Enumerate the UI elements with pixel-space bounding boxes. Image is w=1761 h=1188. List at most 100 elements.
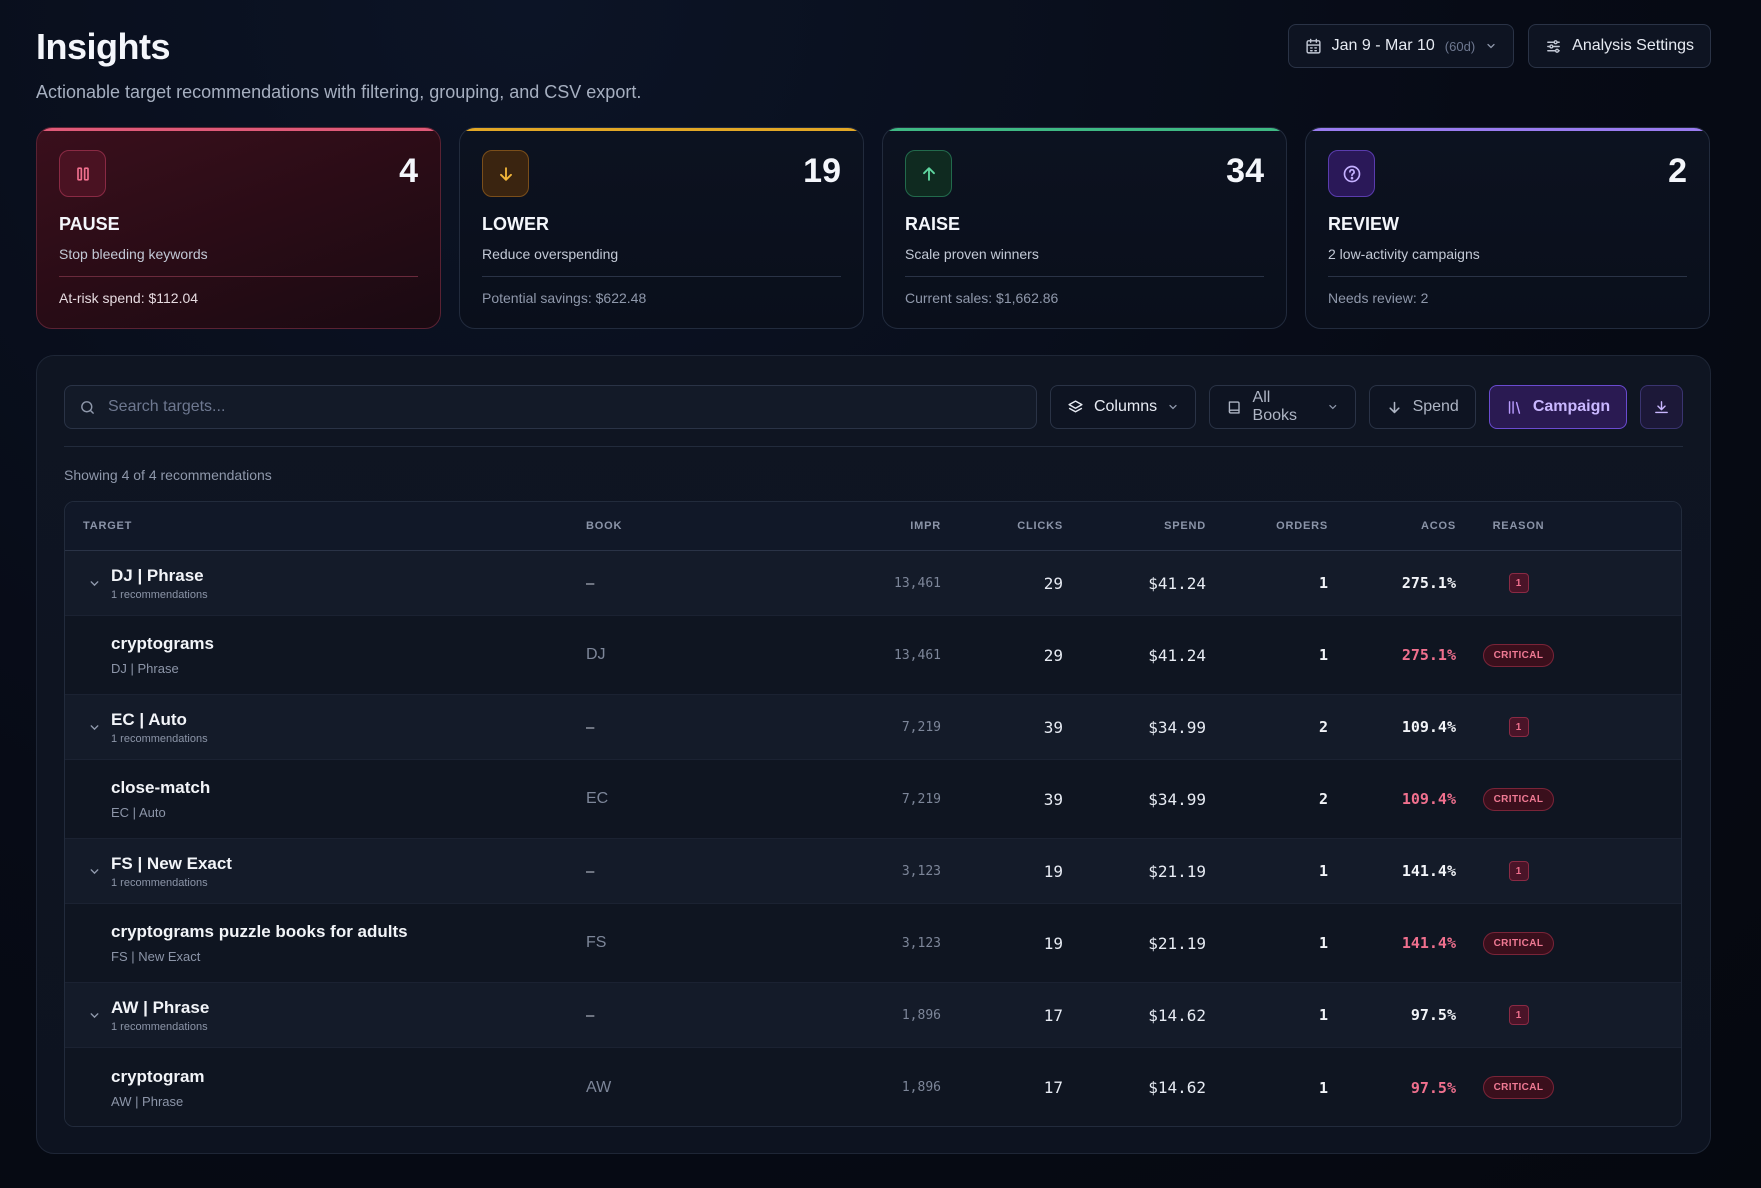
target-impr: 13,461 bbox=[894, 647, 941, 663]
chevron-down-icon[interactable] bbox=[83, 577, 105, 590]
pause-card[interactable]: 4 PAUSE Stop bleeding keywords At-risk s… bbox=[36, 127, 441, 329]
target-name: close-match bbox=[111, 778, 211, 797]
target-book: EC bbox=[586, 790, 609, 807]
group-name: EC | Auto bbox=[111, 709, 187, 729]
chevron-down-icon[interactable] bbox=[83, 1009, 105, 1022]
arrow-up-icon bbox=[905, 150, 952, 197]
table-row[interactable]: cryptograms puzzle books for adults FS | … bbox=[65, 904, 1681, 983]
date-range-label: Jan 9 - Mar 10 bbox=[1331, 37, 1435, 54]
group-row[interactable]: AW | Phrase 1 recommendations – 1,896 17 … bbox=[65, 983, 1681, 1048]
target-name: cryptograms bbox=[111, 634, 214, 653]
pause-icon bbox=[59, 150, 106, 197]
group-clicks: 29 bbox=[1043, 573, 1063, 593]
raise-card[interactable]: 34 RAISE Scale proven winners Current sa… bbox=[882, 127, 1287, 329]
sliders-icon bbox=[1547, 39, 1561, 53]
review-desc: 2 low-activity campaigns bbox=[1328, 246, 1480, 262]
target-name: cryptograms puzzle books for adults bbox=[111, 922, 408, 941]
sort-spend-button[interactable]: Spend bbox=[1368, 385, 1476, 429]
target-clicks: 39 bbox=[1043, 789, 1063, 809]
group-row[interactable]: FS | New Exact 1 recommendations – 3,123 … bbox=[65, 839, 1681, 904]
chevron-down-icon[interactable] bbox=[83, 721, 105, 734]
columns-button[interactable]: Columns bbox=[1049, 385, 1197, 429]
header-reason[interactable]: REASON bbox=[1456, 520, 1581, 532]
raise-foot: Current sales: $1,662.86 bbox=[905, 276, 1264, 306]
header-clicks[interactable]: CLICKS bbox=[941, 520, 1063, 532]
reason-badge: CRITICAL bbox=[1482, 643, 1555, 667]
target-orders: 2 bbox=[1318, 790, 1328, 808]
target-name: cryptogram bbox=[111, 1066, 205, 1086]
chevron-down-icon[interactable] bbox=[83, 865, 105, 878]
lower-card[interactable]: 19 LOWER Reduce overspending Potential s… bbox=[459, 127, 864, 329]
page-subtitle: Actionable target recommendations with f… bbox=[36, 82, 642, 102]
chevron-down-icon bbox=[1329, 404, 1337, 410]
header-orders[interactable]: ORDERS bbox=[1206, 520, 1328, 532]
group-clicks: 19 bbox=[1043, 861, 1063, 881]
target-spend: $21.19 bbox=[1148, 933, 1206, 953]
table-row[interactable]: close-match EC | Auto EC 7,219 39 $34.99 … bbox=[65, 760, 1681, 839]
target-campaign: EC | Auto bbox=[111, 805, 166, 820]
export-csv-button[interactable] bbox=[1640, 385, 1683, 429]
group-count-badge: 1 bbox=[1508, 573, 1529, 593]
header-spend[interactable]: SPEND bbox=[1063, 520, 1206, 532]
library-icon bbox=[1508, 400, 1520, 414]
target-clicks: 19 bbox=[1043, 933, 1063, 953]
group-acos: 141.4% bbox=[1401, 862, 1456, 880]
header-acos[interactable]: ACOS bbox=[1328, 520, 1456, 532]
target-impr: 7,219 bbox=[901, 791, 941, 807]
group-label: Campaign bbox=[1532, 398, 1611, 415]
review-card[interactable]: 2 REVIEW 2 low-activity campaigns Needs … bbox=[1305, 127, 1710, 329]
showing-count: Showing 4 of 4 recommendations bbox=[64, 467, 272, 483]
target-acos: 275.1% bbox=[1401, 646, 1456, 664]
books-filter-button[interactable]: All Books bbox=[1209, 385, 1356, 429]
search-input[interactable] bbox=[108, 398, 1022, 416]
books-filter-label: All Books bbox=[1252, 389, 1297, 424]
arrow-down-icon bbox=[1389, 401, 1400, 413]
layers-icon bbox=[1068, 399, 1083, 412]
sort-label: Spend bbox=[1412, 398, 1459, 415]
analysis-settings-button[interactable]: Analysis Settings bbox=[1528, 24, 1711, 68]
target-clicks: 17 bbox=[1043, 1078, 1063, 1097]
table-row[interactable]: cryptogram AW | Phrase AW 1,896 17 $14.62… bbox=[65, 1048, 1681, 1126]
group-count-text: 1 recommendations bbox=[111, 876, 208, 889]
table-row[interactable]: cryptograms DJ | Phrase DJ 13,461 29 $41.… bbox=[65, 616, 1681, 695]
table-toolbar: Columns All Books Spend Campaign bbox=[64, 385, 1683, 429]
group-clicks: 39 bbox=[1043, 717, 1063, 737]
group-count-text: 1 recommendations bbox=[111, 732, 208, 745]
lower-desc: Reduce overspending bbox=[482, 246, 619, 262]
recommendations-table: TARGET BOOK IMPR CLICKS SPEND ORDERS ACO… bbox=[64, 501, 1682, 1127]
search-box[interactable] bbox=[64, 385, 1037, 429]
target-acos: 97.5% bbox=[1410, 1078, 1456, 1097]
group-orders: 1 bbox=[1318, 862, 1328, 880]
toolbar-divider bbox=[64, 446, 1683, 447]
target-spend: $14.62 bbox=[1148, 1078, 1206, 1097]
header-impr[interactable]: IMPR bbox=[776, 520, 941, 532]
review-label: REVIEW bbox=[1328, 214, 1400, 234]
target-campaign: FS | New Exact bbox=[111, 949, 201, 964]
search-icon bbox=[81, 400, 94, 414]
header-book[interactable]: BOOK bbox=[586, 520, 776, 532]
header-target[interactable]: TARGET bbox=[65, 520, 586, 532]
group-orders: 1 bbox=[1318, 574, 1328, 592]
pause-desc: Stop bleeding keywords bbox=[59, 246, 208, 262]
raise-desc: Scale proven winners bbox=[905, 246, 1039, 262]
pause-label: PAUSE bbox=[59, 214, 120, 234]
group-name: AW | Phrase bbox=[111, 997, 210, 1017]
reason-badge: CRITICAL bbox=[1482, 1076, 1555, 1099]
raise-count: 34 bbox=[1226, 152, 1264, 190]
group-book: – bbox=[586, 574, 595, 592]
group-row[interactable]: DJ | Phrase 1 recommendations – 13,461 29… bbox=[65, 551, 1681, 616]
target-book: DJ bbox=[586, 646, 606, 663]
group-spend: $34.99 bbox=[1148, 717, 1206, 737]
review-foot: Needs review: 2 bbox=[1328, 276, 1687, 306]
date-range-button[interactable]: Jan 9 - Mar 10 (60d) bbox=[1287, 24, 1515, 68]
group-spend: $41.24 bbox=[1148, 573, 1206, 593]
group-impr: 13,461 bbox=[894, 575, 941, 591]
target-spend: $34.99 bbox=[1148, 789, 1206, 809]
group-clicks: 17 bbox=[1043, 1005, 1063, 1025]
group-book: – bbox=[586, 718, 595, 736]
group-row[interactable]: EC | Auto 1 recommendations – 7,219 39 $3… bbox=[65, 695, 1681, 760]
target-orders: 1 bbox=[1318, 646, 1328, 664]
arrow-down-icon bbox=[482, 150, 529, 197]
group-campaign-button[interactable]: Campaign bbox=[1488, 385, 1628, 429]
download-icon bbox=[1655, 400, 1668, 413]
